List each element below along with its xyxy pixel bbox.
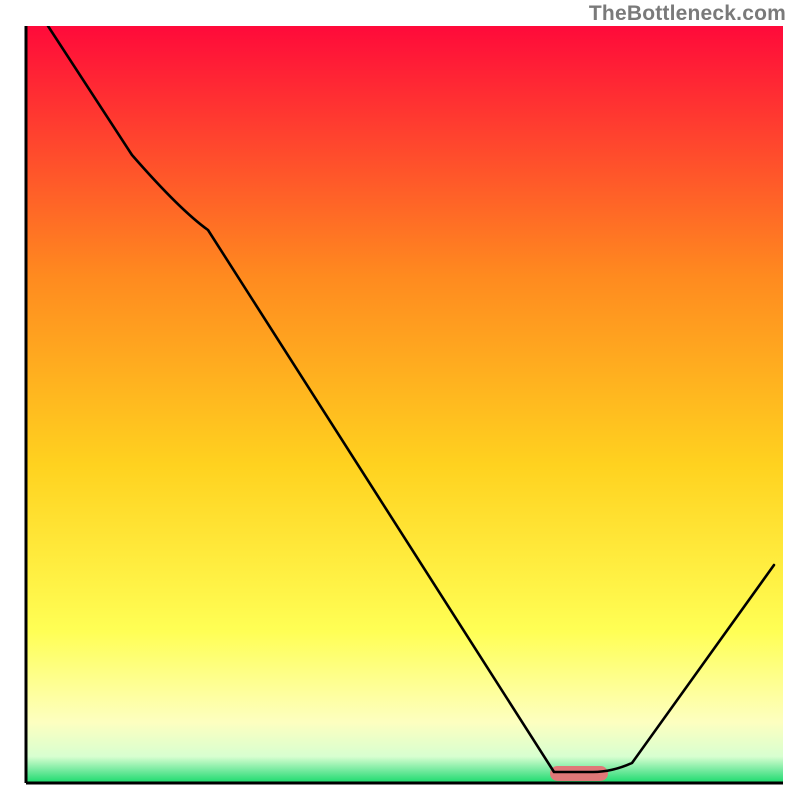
plot-background [26,26,783,783]
chart-canvas: TheBottleneck.com [0,0,800,800]
optimal-marker [550,766,608,781]
chart-svg [0,0,800,800]
watermark-text: TheBottleneck.com [589,2,786,26]
